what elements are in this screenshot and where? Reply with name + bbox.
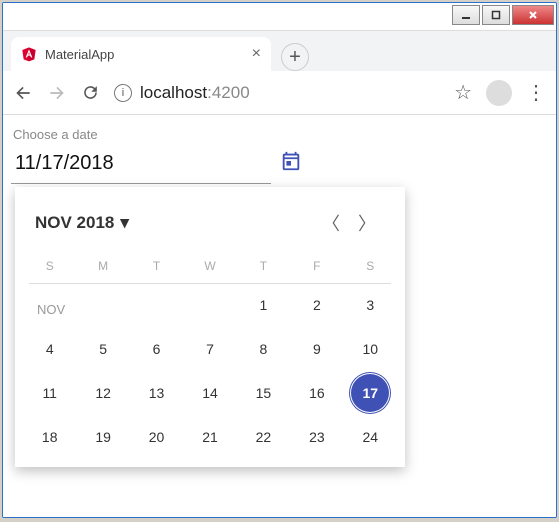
window-minimize-button[interactable] xyxy=(452,5,480,25)
calendar-day-cell[interactable]: 20 xyxy=(130,415,183,459)
url-host: localhost xyxy=(140,83,207,102)
calendar-cell-empty xyxy=(76,283,129,327)
calendar-week-row: 45678910 xyxy=(23,327,397,371)
next-month-button[interactable]: 〉 xyxy=(349,205,385,241)
date-field-label: Choose a date xyxy=(13,127,550,142)
tab-title: MaterialApp xyxy=(45,47,244,62)
back-button[interactable] xyxy=(13,83,33,103)
url-field[interactable]: i localhost:4200 xyxy=(114,83,440,103)
calendar-day-cell[interactable]: 9 xyxy=(290,327,343,371)
weekday-header: F xyxy=(290,251,343,281)
window-titlebar xyxy=(3,3,556,31)
calendar-cell-empty xyxy=(130,283,183,327)
calendar-day-cell[interactable]: 21 xyxy=(183,415,236,459)
date-input[interactable] xyxy=(15,152,280,175)
calendar-day-cell[interactable]: 16 xyxy=(290,371,343,415)
url-port: :4200 xyxy=(207,83,250,102)
profile-avatar[interactable] xyxy=(486,80,512,106)
angular-icon xyxy=(21,46,37,62)
weekday-header: S xyxy=(23,251,76,281)
address-bar: i localhost:4200 ☆ ⋮ xyxy=(3,71,556,115)
calendar-day-cell[interactable]: 12 xyxy=(76,371,129,415)
calendar-week-row: 18192021222324 xyxy=(23,415,397,459)
forward-button[interactable] xyxy=(47,83,67,103)
calendar-day-cell[interactable]: 17 xyxy=(344,371,397,415)
period-button[interactable]: NOV 2018 ▾ xyxy=(35,213,129,233)
tab-strip: MaterialApp × + xyxy=(3,31,556,71)
bookmark-icon[interactable]: ☆ xyxy=(454,80,472,105)
calendar-grid: SMTWTFS NOV 1234567891011121314151617181… xyxy=(23,251,397,459)
reload-button[interactable] xyxy=(81,83,100,102)
weekday-header: S xyxy=(344,251,397,281)
calendar-day-cell[interactable]: 18 xyxy=(23,415,76,459)
calendar-day-cell[interactable]: 1 xyxy=(237,283,290,327)
calendar-day-cell[interactable]: 19 xyxy=(76,415,129,459)
calendar-cell-empty xyxy=(23,283,76,327)
weekday-header: T xyxy=(130,251,183,281)
browser-window: MaterialApp × + i localhost:4200 ☆ ⋮ Cho… xyxy=(2,2,557,518)
datepicker-header: NOV 2018 ▾ 〈 〉 xyxy=(23,199,397,251)
weekday-header: M xyxy=(76,251,129,281)
new-tab-button[interactable]: + xyxy=(281,43,309,71)
calendar-week-row: 11121314151617 xyxy=(23,371,397,415)
browser-tab[interactable]: MaterialApp × xyxy=(11,37,271,71)
calendar-day-cell[interactable]: 6 xyxy=(130,327,183,371)
chevron-down-icon: ▾ xyxy=(120,213,129,233)
calendar-cell-empty xyxy=(183,283,236,327)
calendar-day-cell[interactable]: 14 xyxy=(183,371,236,415)
weekday-header: W xyxy=(183,251,236,281)
calendar-day-cell[interactable]: 4 xyxy=(23,327,76,371)
site-info-icon[interactable]: i xyxy=(114,84,132,102)
calendar-day-cell[interactable]: 22 xyxy=(237,415,290,459)
calendar-toggle-icon[interactable] xyxy=(280,150,302,177)
period-label: NOV 2018 xyxy=(35,213,114,233)
calendar-day-cell[interactable]: 3 xyxy=(344,283,397,327)
weekday-header: T xyxy=(237,251,290,281)
calendar-day-cell[interactable]: 24 xyxy=(344,415,397,459)
datepicker-popup: NOV 2018 ▾ 〈 〉 SMTWTFS NOV 1234567891011… xyxy=(15,187,405,467)
window-close-button[interactable] xyxy=(512,5,554,25)
browser-menu-icon[interactable]: ⋮ xyxy=(526,80,546,105)
tab-close-icon[interactable]: × xyxy=(252,45,261,63)
date-input-row xyxy=(11,146,271,184)
calendar-day-cell[interactable]: 23 xyxy=(290,415,343,459)
calendar-day-cell[interactable]: 13 xyxy=(130,371,183,415)
calendar-week-row: 123 xyxy=(23,283,397,327)
calendar-day-cell[interactable]: 11 xyxy=(23,371,76,415)
calendar-day-cell[interactable]: 8 xyxy=(237,327,290,371)
calendar-day-cell[interactable]: 15 xyxy=(237,371,290,415)
window-maximize-button[interactable] xyxy=(482,5,510,25)
page-content: Choose a date NOV 2018 ▾ 〈 〉 SMTWTFS xyxy=(3,115,556,517)
calendar-day-cell[interactable]: 5 xyxy=(76,327,129,371)
calendar-day-cell[interactable]: 2 xyxy=(290,283,343,327)
prev-month-button[interactable]: 〈 xyxy=(313,205,349,241)
calendar-day-cell[interactable]: 10 xyxy=(344,327,397,371)
calendar-day-cell[interactable]: 7 xyxy=(183,327,236,371)
weekday-header-row: SMTWTFS xyxy=(23,251,397,281)
